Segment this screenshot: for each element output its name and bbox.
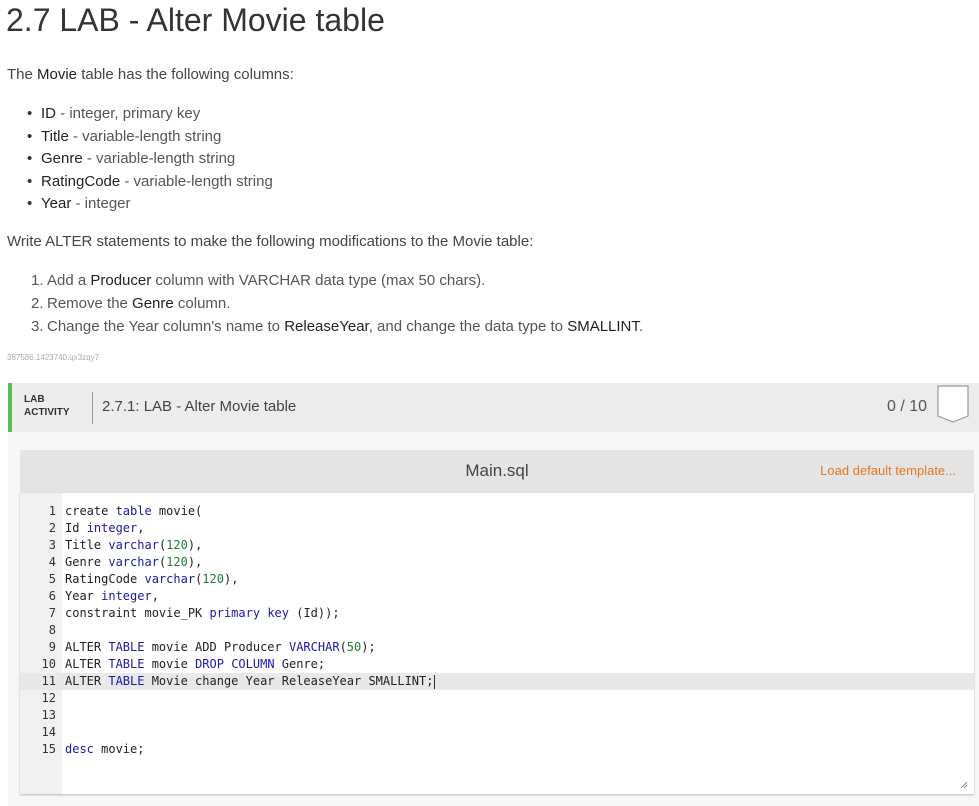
code-line[interactable]: 12 [20, 690, 974, 707]
code-line[interactable]: 2 Id integer, [20, 520, 974, 537]
instructions-text: Write ALTER statements to make the follo… [7, 233, 534, 250]
task-keyword: Producer [90, 272, 152, 289]
code-line[interactable]: 7 constraint movie_PK primary key (Id)); [20, 605, 974, 622]
table-name: Movie [37, 66, 78, 83]
bullet-icon: • [27, 195, 33, 212]
task-item: 3. Change the Year column's name to Relea… [31, 315, 643, 338]
task-text: . [638, 318, 644, 335]
code-line[interactable]: 1 create table movie( [20, 503, 974, 520]
line-number: 4 [48, 555, 56, 569]
column-list-item: • Title - variable-length string [27, 126, 273, 149]
task-text: Add a [47, 272, 91, 289]
line-number: 3 [48, 538, 56, 552]
bullet-icon: • [27, 127, 33, 145]
column-list-item: • ID - integer, primary key [27, 103, 273, 126]
column-list-item: • Year - integer [27, 193, 273, 216]
intro-text: The Movie table has the following column… [7, 66, 294, 83]
code-editor[interactable]: 1 create table movie( 2 Id integer, 3 Title v… [20, 493, 974, 794]
lab-score: 0 / 10 [886, 398, 927, 415]
code-text[interactable]: Year integer, [65, 588, 159, 605]
line-number: 8 [48, 623, 56, 637]
code-line[interactable]: 4 Genre varchar(120), [20, 554, 974, 571]
line-number: 9 [48, 640, 56, 654]
column-name: RatingCode [41, 172, 121, 190]
code-text[interactable]: Genre varchar(120), [65, 554, 202, 571]
line-number: 13 [41, 708, 56, 722]
column-name: Title [41, 127, 69, 145]
line-number: 15 [41, 742, 56, 756]
code-line[interactable]: 5 RatingCode varchar(120), [20, 571, 974, 588]
line-number: 12 [41, 691, 56, 705]
task-list: 1. Add a Producer column with VARCHAR dat… [31, 269, 643, 338]
task-text: , and change the data type to [368, 318, 568, 335]
task-item: 2. Remove the Genre column. [31, 292, 643, 315]
resize-grip-icon[interactable] [960, 781, 968, 789]
code-text[interactable]: RatingCode varchar(120), [65, 571, 238, 588]
code-line[interactable]: 10 ALTER TABLE movie DROP COLUMN Genre; [20, 656, 974, 673]
editor-header: Main.sql Load default template... [20, 450, 974, 493]
lab-activity-label: LAB ACTIVITY [24, 394, 70, 418]
line-number: 11 [41, 674, 56, 688]
code-text[interactable]: ALTER TABLE movie DROP COLUMN Genre; [65, 656, 325, 673]
task-text: column with VARCHAR data type (max 50 ch… [151, 272, 486, 289]
column-list-item: • Genre - variable-length string [27, 148, 273, 171]
code-text[interactable]: create table movie( [65, 503, 202, 520]
code-lines[interactable]: 1 create table movie( 2 Id integer, 3 Title v… [20, 503, 974, 758]
code-line[interactable]: 3 Title varchar(120), [20, 537, 974, 554]
column-description: - integer, primary key [56, 105, 201, 122]
code-line[interactable]: 13 [20, 707, 974, 724]
column-name: Genre [41, 150, 83, 167]
code-editor-panel: Main.sql Load default template... 1 creat… [8, 432, 979, 806]
line-number: 1 [48, 504, 56, 518]
code-text[interactable]: constraint movie_PK primary key (Id)); [65, 605, 340, 622]
task-text: column. [173, 295, 231, 312]
lab-title: 2.7.1: LAB - Alter Movie table [102, 398, 297, 415]
task-text: Change the Year column's name to [47, 318, 285, 335]
column-list: • ID - integer, primary key • Title - varia… [27, 103, 273, 216]
code-text[interactable]: Title varchar(120), [65, 537, 202, 554]
column-description: - integer [71, 195, 131, 212]
bullet-icon: • [27, 105, 33, 122]
task-number: 2. [31, 295, 44, 312]
bookmark-badge-icon [937, 385, 969, 423]
code-line[interactable]: 8 [20, 622, 974, 639]
task-number: 3. [31, 318, 44, 335]
load-default-template-link[interactable]: Load default template... [820, 463, 956, 478]
code-line[interactable]: 9 ALTER TABLE movie ADD Producer VARCHAR(… [20, 639, 974, 656]
code-text[interactable]: ALTER TABLE movie ADD Producer VARCHAR(5… [65, 639, 376, 656]
page-title: 2.7 LAB - Alter Movie table [6, 2, 385, 38]
reference-id: 387586.1423740.qx3zqy7 [7, 353, 100, 362]
bullet-icon: • [27, 172, 33, 190]
task-text: Remove the [47, 295, 133, 312]
column-list-item: • RatingCode - variable-length string [27, 171, 273, 194]
code-line[interactable]: 14 [20, 724, 974, 741]
line-number: 6 [48, 589, 56, 603]
text-caret [434, 674, 436, 689]
code-text[interactable]: Id integer, [65, 520, 145, 537]
line-number: 7 [48, 606, 56, 620]
task-keyword: Genre [132, 295, 174, 312]
line-number: 10 [41, 657, 56, 671]
column-name: Year [41, 195, 72, 212]
line-number: 14 [41, 725, 56, 739]
column-description: - variable-length string [82, 150, 236, 167]
code-text[interactable]: desc movie; [65, 741, 144, 758]
line-number: 2 [48, 521, 56, 535]
task-item: 1. Add a Producer column with VARCHAR dat… [31, 269, 643, 292]
column-description: - variable-length string [68, 127, 222, 145]
bullet-icon: • [27, 150, 33, 167]
code-line[interactable]: 6 Year integer, [20, 588, 974, 605]
code-line[interactable]: 15 desc movie; [20, 741, 974, 758]
task-keyword: ReleaseYear [284, 318, 369, 335]
line-number: 5 [48, 572, 56, 586]
column-description: - variable-length string [120, 172, 273, 190]
divider [92, 392, 93, 424]
lab-activity-header: LAB ACTIVITY 2.7.1: LAB - Alter Movie ta… [8, 383, 979, 432]
task-number: 1. [31, 272, 44, 289]
code-line[interactable]: 11 ALTER TABLE Movie change Year ReleaseY… [20, 673, 974, 690]
code-text[interactable]: ALTER TABLE Movie change Year ReleaseYea… [65, 673, 436, 690]
task-keyword: SMALLINT [567, 318, 639, 335]
column-name: ID [41, 105, 56, 122]
